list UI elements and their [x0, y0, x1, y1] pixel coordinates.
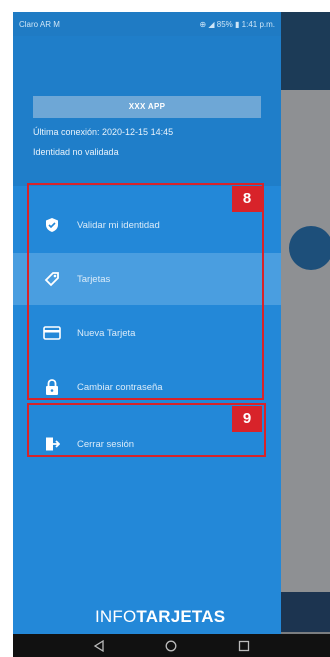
- brand-logo-part2: TARJETAS: [136, 607, 226, 626]
- background-fab: [289, 226, 330, 270]
- app-name-banner: XXX APP: [33, 96, 261, 118]
- annotation-box-9: [27, 403, 266, 457]
- last-connection-text: Última conexión: 2020-12-15 14:45: [33, 127, 174, 137]
- background-content: [281, 90, 330, 610]
- carrier-text: Claro AR M: [19, 19, 60, 29]
- identity-status-text: Identidad no validada: [33, 147, 119, 157]
- background-header: [281, 12, 330, 90]
- status-indicators: ⊕ ◢ 85% ▮ 1:41 p.m.: [199, 19, 275, 29]
- brand-logo: INFOTARJETAS: [95, 607, 225, 627]
- back-icon[interactable]: [92, 639, 106, 653]
- annotation-box-8: [27, 183, 264, 400]
- status-bar: Claro AR M ⊕ ◢ 85% ▮ 1:41 p.m.: [13, 12, 281, 36]
- annotation-badge-8: 8: [232, 186, 262, 212]
- brand-logo-part1: INFO: [95, 607, 137, 626]
- system-navigation-bar: [13, 634, 330, 657]
- background-bottom-bar: [281, 592, 330, 632]
- background-app: [281, 12, 330, 657]
- recents-icon[interactable]: [237, 639, 251, 653]
- home-icon[interactable]: [164, 639, 178, 653]
- annotation-badge-9: 9: [232, 406, 262, 432]
